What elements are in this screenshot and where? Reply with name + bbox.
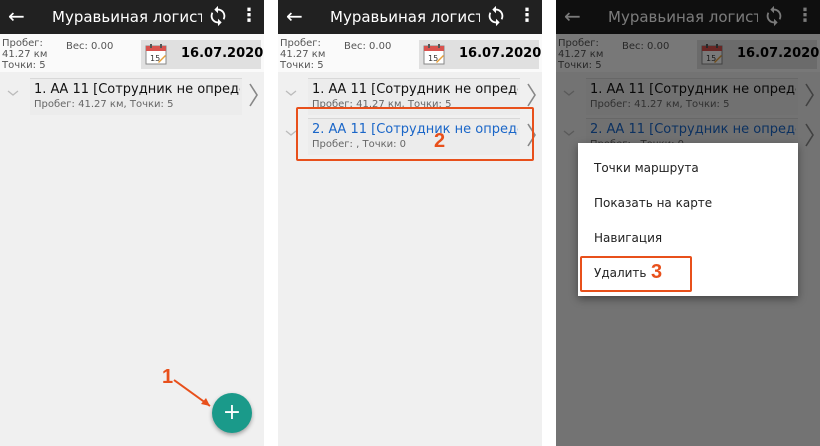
date-picker-button[interactable]: 15 16.07.2020 <box>141 40 264 69</box>
route-row[interactable]: 1. АА 11 [Сотрудник не определен] Пробег… <box>0 76 264 116</box>
route-card[interactable]: 1. АА 11 [Сотрудник не определен] Пробег… <box>30 78 242 115</box>
total-mileage: Пробег: 41.27 км Точки: 5 <box>2 38 48 71</box>
menu-item-navigation[interactable]: Навигация <box>578 221 798 255</box>
sync-icon[interactable] <box>485 5 507 27</box>
chevron-right-icon[interactable] <box>524 82 538 108</box>
chevron-right-icon[interactable] <box>246 82 260 108</box>
app-bar: ← Муравьиная логистика ⋮ <box>278 0 542 34</box>
more-vert-icon[interactable]: ⋮ <box>518 5 536 27</box>
app-title: Муравьиная логистика <box>52 8 202 26</box>
callout-3: 3 <box>651 261 663 283</box>
chevron-down-icon[interactable] <box>284 86 298 100</box>
route-summary: Пробег: 41.27 км Точки: 5 Вес: 0.00 15 1… <box>0 34 264 72</box>
app-bar: ← Муравьиная логистика ⋮ <box>0 0 264 34</box>
phone-panel-1: ← Муравьиная логистика ⋮ Пробег: 41.27 к… <box>0 0 264 446</box>
selected-date: 16.07.2020 <box>459 46 542 61</box>
more-vert-icon[interactable]: ⋮ <box>240 5 258 27</box>
menu-item-label: Точки маршрута <box>594 161 699 175</box>
callout-arrow <box>173 379 211 407</box>
arrow-left-icon[interactable]: ← <box>286 5 306 27</box>
phone-panel-2: ← Муравьиная логистика ⋮ Пробег: 41.27 к… <box>278 0 542 446</box>
total-weight: Вес: 0.00 <box>66 41 114 52</box>
screen-1: ← Муравьиная логистика ⋮ Пробег: 41.27 к… <box>0 0 264 446</box>
total-mileage: Пробег: 41.27 км Точки: 5 <box>280 38 326 71</box>
route-title: 1. АА 11 [Сотрудник не определен] <box>312 82 518 97</box>
calendar-icon: 15 <box>423 44 445 65</box>
menu-item-show-on-map[interactable]: Показать на карте <box>578 186 798 220</box>
calendar-icon: 15 <box>145 44 167 65</box>
selected-date: 16.07.2020 <box>181 46 264 61</box>
callout-2: 2 <box>434 130 446 152</box>
arrow-left-icon[interactable]: ← <box>8 5 28 27</box>
phone-panel-3: ← Муравьиная логистика ⋮ Пробег: 41.27 к… <box>556 0 820 446</box>
menu-item-label: Навигация <box>594 231 663 245</box>
app-title: Муравьиная логистика <box>330 8 480 26</box>
total-weight: Вес: 0.00 <box>344 41 392 52</box>
callout-highlight <box>580 256 692 292</box>
date-picker-button[interactable]: 15 16.07.2020 <box>419 40 542 69</box>
screen-2: ← Муравьиная логистика ⋮ Пробег: 41.27 к… <box>278 0 542 446</box>
route-title: 1. АА 11 [Сотрудник не определен] <box>34 82 240 97</box>
screen-3: ← Муравьиная логистика ⋮ Пробег: 41.27 к… <box>556 0 820 446</box>
sync-icon[interactable] <box>207 5 229 27</box>
route-subtitle: Пробег: 41.27 км, Точки: 5 <box>34 99 174 110</box>
callout-highlight <box>296 107 534 161</box>
chevron-down-icon[interactable] <box>6 86 20 100</box>
menu-item-label: Показать на карте <box>594 196 713 210</box>
route-summary: Пробег: 41.27 км Точки: 5 Вес: 0.00 15 1… <box>278 34 542 72</box>
menu-item-route-points[interactable]: Точки маршрута <box>578 151 798 185</box>
